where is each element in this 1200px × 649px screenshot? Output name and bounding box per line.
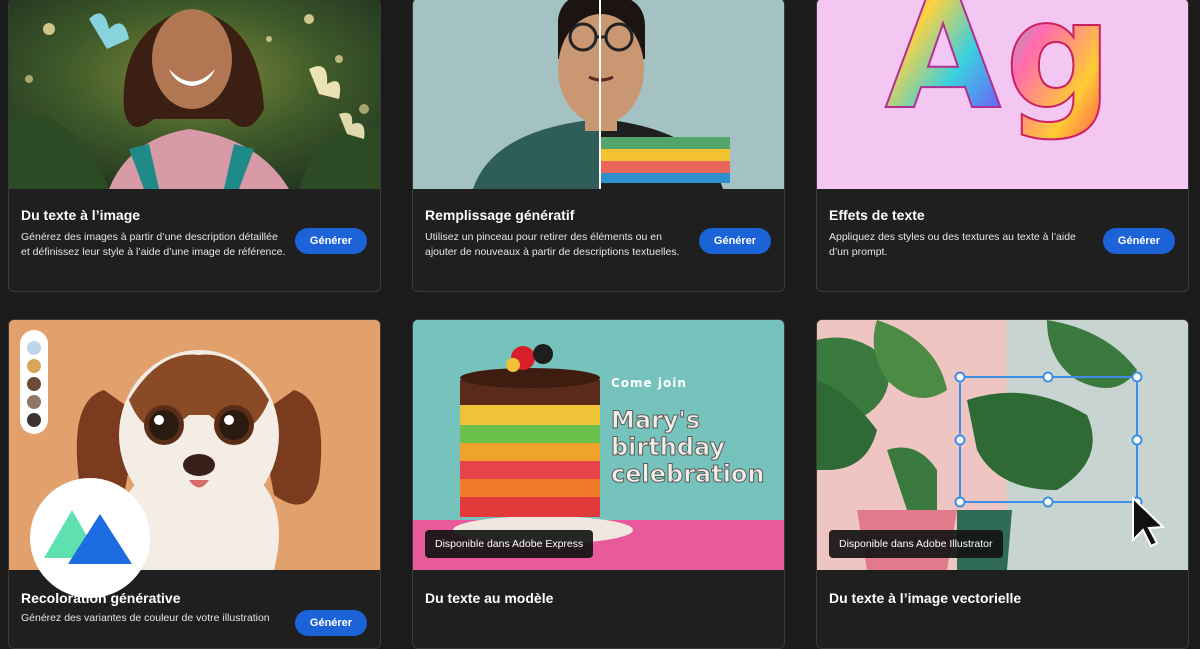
color-swatch-panel bbox=[20, 330, 48, 434]
invite-birthday: birthday bbox=[611, 433, 725, 461]
card-text-to-vector[interactable]: Disponible dans Adobe Illustrator Du tex… bbox=[816, 319, 1189, 649]
swatch-2[interactable] bbox=[27, 359, 41, 373]
card-title: Du texte à l’image bbox=[21, 207, 141, 223]
card-image-girl-butterflies bbox=[9, 0, 380, 189]
invite-celebration: celebration bbox=[611, 460, 765, 488]
brand-mountain-icon bbox=[44, 510, 132, 564]
generate-button[interactable]: Générer bbox=[699, 228, 771, 254]
card-description: Utilisez un pinceau pour retirer des élé… bbox=[425, 231, 680, 258]
card-image-birthday-cake: Come join Mary's birthday celebration Di… bbox=[413, 320, 784, 570]
card-title: Du texte au modèle bbox=[425, 590, 554, 606]
card-image-man-split bbox=[413, 0, 784, 189]
card-title: Remplissage génératif bbox=[425, 207, 575, 223]
card-text-effects[interactable]: A g Effets de texte Appliquez des styles… bbox=[816, 0, 1189, 292]
art-letter-g: g bbox=[1005, 0, 1112, 143]
generate-button[interactable]: Générer bbox=[295, 610, 367, 636]
availability-badge: Disponible dans Adobe Illustrator bbox=[829, 530, 1003, 558]
card-description: Générez des variantes de couleur de votr… bbox=[21, 612, 270, 624]
card-text-to-template[interactable]: Come join Mary's birthday celebration Di… bbox=[412, 319, 785, 649]
card-text-to-image[interactable]: Du texte à l’image Générez des images à … bbox=[8, 0, 381, 292]
card-title: Du texte à l’image vectorielle bbox=[829, 590, 1022, 606]
invite-name: Mary's bbox=[611, 406, 700, 434]
card-description: Appliquez des styles ou des textures au … bbox=[829, 231, 1076, 258]
card-description: Générez des images à partir d’une descri… bbox=[21, 231, 286, 258]
swatch-1[interactable] bbox=[27, 341, 41, 355]
swatch-4[interactable] bbox=[27, 395, 41, 409]
invite-come-join: Come join bbox=[611, 376, 687, 390]
card-image-monstera-plant: Disponible dans Adobe Illustrator bbox=[817, 320, 1188, 570]
availability-badge: Disponible dans Adobe Express bbox=[425, 530, 594, 558]
generate-button[interactable]: Générer bbox=[1103, 228, 1175, 254]
swatch-3[interactable] bbox=[27, 377, 41, 391]
card-image-fluffy-letters: A g bbox=[817, 0, 1188, 189]
card-generative-fill[interactable]: Remplissage génératif Utilisez un pincea… bbox=[412, 0, 785, 292]
swatch-5[interactable] bbox=[27, 413, 41, 427]
generate-button[interactable]: Générer bbox=[295, 228, 367, 254]
card-title: Effets de texte bbox=[829, 207, 925, 223]
art-letter-a: A bbox=[885, 0, 1001, 143]
brand-logo bbox=[30, 478, 150, 598]
